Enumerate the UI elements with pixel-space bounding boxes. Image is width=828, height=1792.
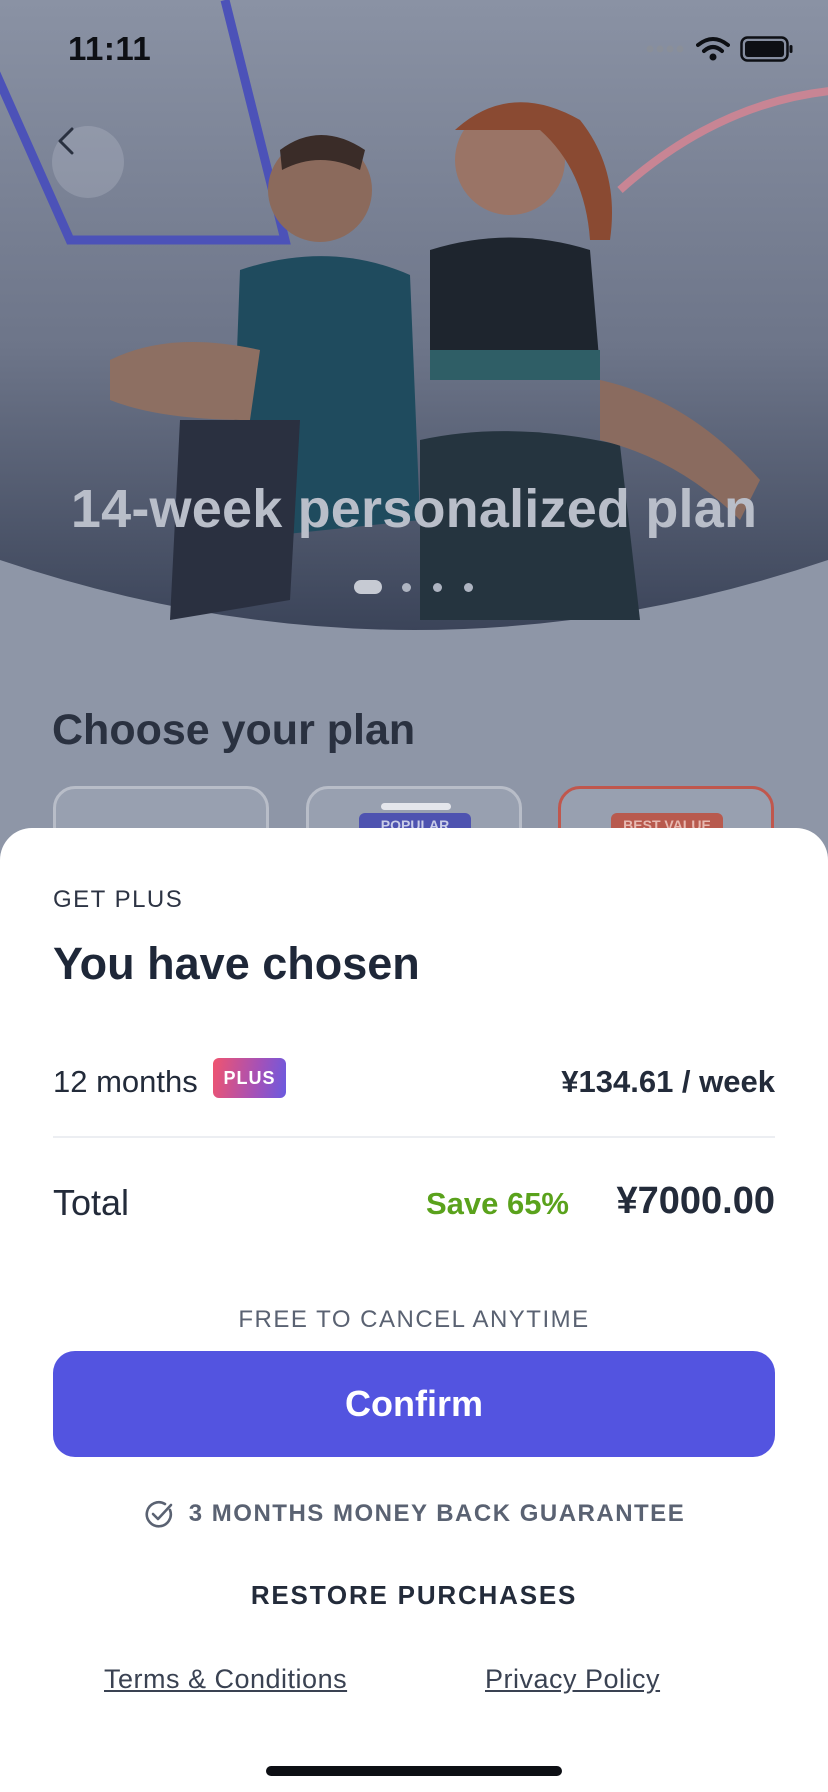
savings-label: Save 65% [425, 1186, 569, 1221]
guarantee-text: 3 MONTHS MONEY BACK GUARANTEE [188, 1500, 686, 1527]
sheet-grabber[interactable] [381, 803, 451, 810]
total-label: Total [53, 1182, 130, 1223]
terms-link[interactable]: Terms & Conditions [104, 1664, 347, 1695]
privacy-link[interactable]: Privacy Policy [485, 1664, 660, 1695]
total-row: Total Save 65% ¥7000.00 [53, 1176, 775, 1236]
carousel-dot[interactable] [433, 582, 442, 592]
cancel-note: FREE TO CANCEL ANYTIME [238, 1306, 590, 1333]
purchase-sheet: GET PLUS You have chosen 12 months PLUS … [0, 828, 828, 1792]
carousel-dot[interactable] [464, 582, 473, 592]
chevron-left-icon [58, 127, 74, 155]
choose-plan-title: Choose your plan [52, 706, 416, 754]
divider [53, 1136, 775, 1138]
signal-icon [646, 45, 684, 53]
plan-duration: 12 months [53, 1064, 198, 1099]
legal-links: Terms & Conditions Privacy Policy [0, 1664, 828, 1704]
status-time: 11:11 [68, 30, 152, 67]
total-price: ¥7000.00 [616, 1180, 776, 1222]
carousel-dot[interactable] [402, 582, 411, 592]
selected-plan-row: 12 months PLUS ¥134.61 / week [53, 1056, 775, 1112]
plus-badge: PLUS [213, 1058, 286, 1098]
status-bar: 11:11 [0, 0, 828, 100]
back-button[interactable] [52, 126, 124, 198]
money-back-guarantee: 3 MONTHS MONEY BACK GUARANTEE [0, 1494, 828, 1534]
carousel-dot-active[interactable] [354, 580, 382, 594]
status-icons [646, 36, 794, 62]
restore-purchases-button[interactable]: RESTORE PURCHASES [0, 1580, 828, 1611]
carousel-dots [354, 580, 495, 594]
battery-icon [740, 36, 793, 62]
wifi-icon [696, 37, 730, 61]
hero-title: 14-week personalized plan [70, 479, 758, 539]
home-indicator[interactable] [266, 1766, 562, 1776]
confirm-button[interactable]: Confirm [53, 1351, 775, 1457]
plan-weekly-price: ¥134.61 / week [561, 1064, 775, 1099]
sheet-kicker: GET PLUS [53, 886, 184, 913]
sheet-title: You have chosen [53, 938, 420, 989]
check-circle-icon [145, 1500, 173, 1528]
